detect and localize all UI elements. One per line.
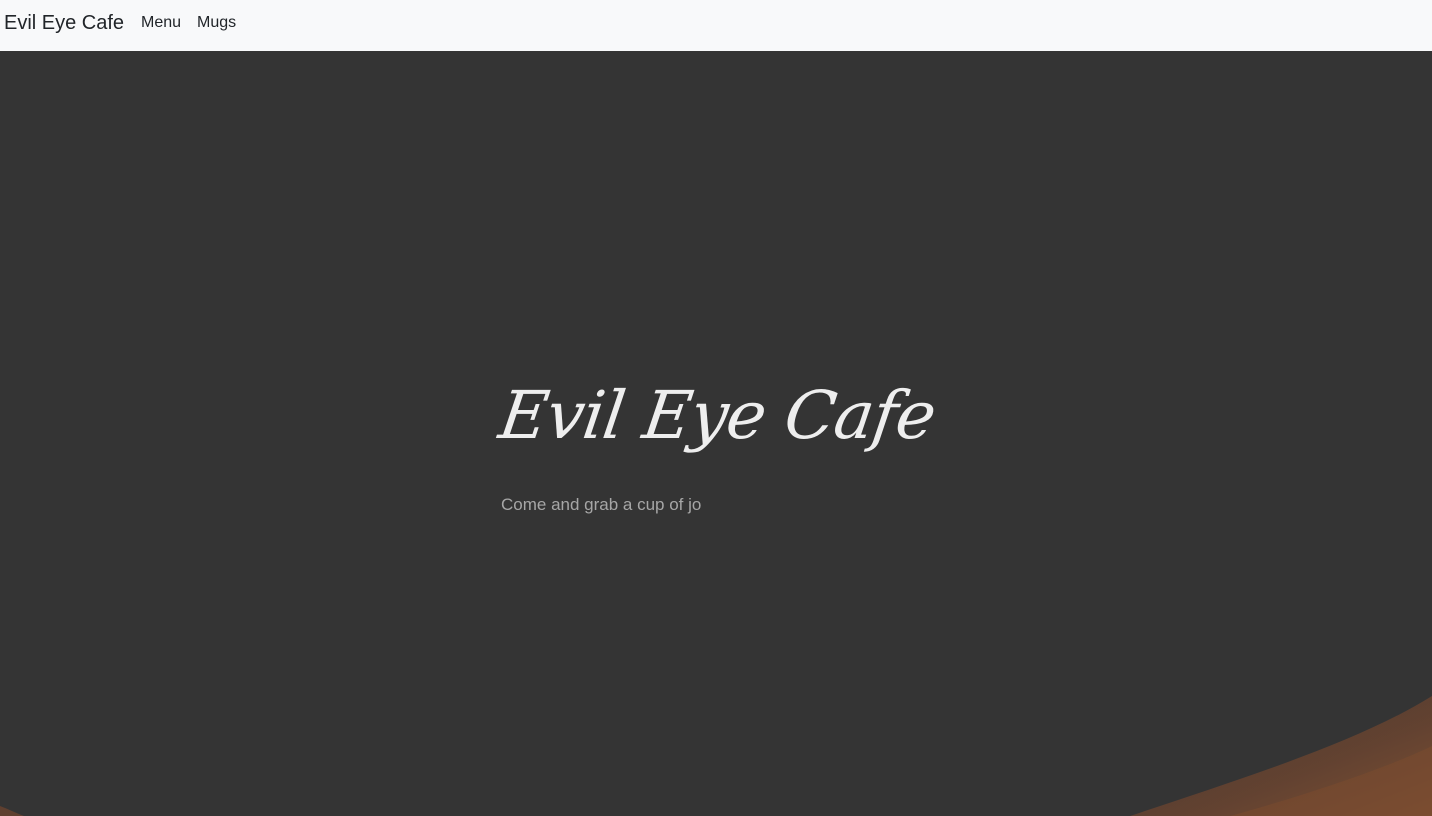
hero-section: Evil Eye Cafe Come and grab a cup of jo xyxy=(0,51,1432,816)
brand-link[interactable]: Evil Eye Cafe xyxy=(4,11,124,35)
top-navbar: Evil Eye Cafe Menu Mugs xyxy=(0,0,1432,51)
hero-title: Evil Eye Cafe xyxy=(494,377,940,454)
hero-subtitle: Come and grab a cup of jo xyxy=(501,495,702,514)
nav-link-menu[interactable]: Menu xyxy=(141,13,181,33)
nav-links: Menu Mugs xyxy=(141,13,236,33)
nav-link-mugs[interactable]: Mugs xyxy=(197,13,236,33)
